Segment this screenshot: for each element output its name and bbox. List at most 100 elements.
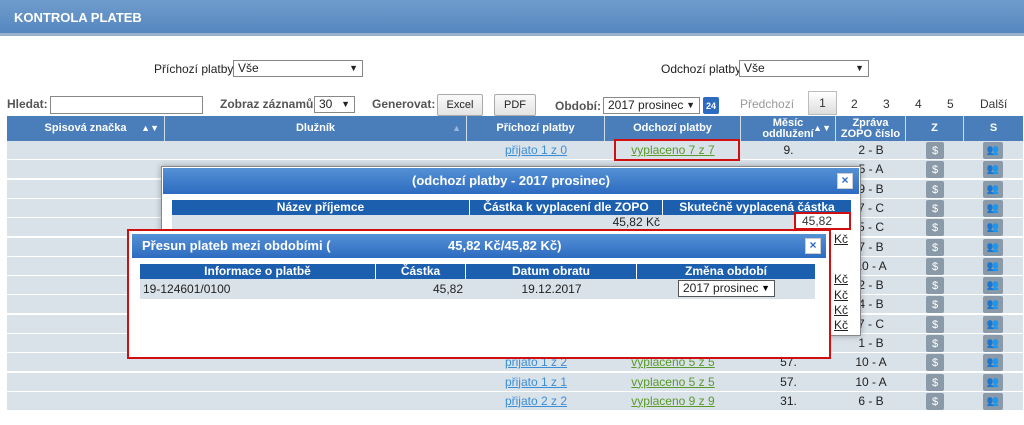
transfer-col-info: Informace o platbě: [140, 264, 376, 279]
users-icon[interactable]: 👥: [983, 161, 1003, 179]
dollar-icon[interactable]: $: [926, 277, 944, 295]
users-icon[interactable]: 👥: [983, 373, 1003, 391]
transfer-col-amount: Částka: [376, 264, 466, 279]
users-icon[interactable]: 👥: [983, 354, 1003, 372]
col-header-mesic[interactable]: Měsíc oddlužení ▲▼: [741, 116, 836, 141]
search-input[interactable]: [50, 96, 203, 114]
report-number: 10 - A: [855, 355, 887, 370]
pagination-page-3[interactable]: 3: [883, 97, 890, 111]
col-header-s[interactable]: S: [964, 116, 1023, 141]
outgoing-col-name: Název příjemce: [172, 200, 470, 215]
table-row: přijato 1 z 1 vyplaceno 5 z 5 57. 10 - A $ 👥: [7, 372, 1023, 392]
users-icon[interactable]: 👥: [983, 219, 1003, 237]
dollar-icon[interactable]: $: [926, 199, 944, 217]
generate-label: Generovat:: [372, 97, 436, 111]
table-row: přijato 1 z 0 vyplaceno 7 z 7 9. 2 - B $ 👥: [7, 141, 1023, 160]
partial-kc-link[interactable]: Kč: [834, 303, 848, 317]
col-header-spisova[interactable]: Spisová značka ▲▼: [7, 116, 165, 141]
chevron-down-icon: ▼: [761, 283, 770, 293]
pdf-button[interactable]: PDF: [494, 94, 536, 116]
users-icon[interactable]: 👥: [983, 392, 1003, 410]
transfer-date: 19.12.2017: [521, 282, 582, 296]
close-icon[interactable]: ×: [837, 173, 853, 189]
partial-kc-link[interactable]: Kč: [834, 318, 848, 332]
table-header: Spisová značka ▲▼ Dlužník ▲ Příchozí platb…: [7, 116, 1023, 141]
highlight-paid-amount[interactable]: 45,82 Kč: [794, 212, 851, 245]
report-number: 6 - B: [858, 393, 884, 408]
outgoing-filter-select[interactable]: Vše ▼: [739, 60, 869, 77]
dollar-icon[interactable]: $: [926, 296, 944, 314]
transfer-info: 19-124601/0100: [143, 282, 231, 296]
partial-kc-link[interactable]: Kč: [834, 232, 848, 246]
dollar-icon[interactable]: $: [926, 392, 944, 410]
page-title: KONTROLA PLATEB: [14, 10, 142, 25]
users-icon[interactable]: 👥: [983, 142, 1003, 159]
col-header-z[interactable]: Z: [906, 116, 964, 141]
pagination-page-2[interactable]: 2: [851, 97, 858, 111]
users-icon[interactable]: 👥: [983, 180, 1003, 198]
show-records-label: Zobraz záznamů:: [220, 97, 318, 111]
outgoing-dialog-title: (odchozí platby - 2017 prosinec) ×: [163, 168, 859, 194]
transfer-period-select[interactable]: 2017 prosinec ▼: [678, 280, 775, 297]
outgoing-filter-label: Odchozí platby:: [661, 62, 745, 76]
incoming-payments-link[interactable]: přijato 2 z 2: [467, 392, 605, 411]
users-icon[interactable]: 👥: [983, 315, 1003, 333]
pagination-page-4[interactable]: 4: [915, 97, 922, 111]
dollar-icon[interactable]: $: [926, 142, 944, 159]
users-icon[interactable]: 👥: [983, 277, 1003, 295]
period-select[interactable]: 2017 prosinec ▼: [603, 97, 700, 114]
month-value: 31.: [780, 393, 797, 408]
month-value: 9.: [783, 143, 794, 157]
dollar-icon[interactable]: $: [926, 335, 944, 352]
outgoing-col-zopo: Částka k vyplacení dle ZOPO: [470, 200, 663, 215]
close-icon[interactable]: ×: [805, 238, 821, 254]
users-icon[interactable]: 👥: [983, 257, 1003, 275]
dollar-icon[interactable]: $: [926, 219, 944, 237]
chevron-down-icon: ▼: [855, 63, 864, 73]
pagination-page-1[interactable]: 1: [808, 91, 837, 115]
users-icon[interactable]: 👥: [983, 335, 1003, 352]
sort-icon: ▲: [452, 123, 461, 133]
show-records-select[interactable]: 30 ▼: [314, 96, 355, 113]
highlight-outgoing: [614, 139, 740, 161]
dollar-icon[interactable]: $: [926, 257, 944, 275]
pagination-page-5[interactable]: 5: [947, 97, 954, 111]
top-bar: KONTROLA PLATEB: [0, 0, 1024, 36]
col-header-prichozi[interactable]: Příchozí platby: [467, 116, 605, 141]
partial-kc-link[interactable]: Kč: [834, 272, 848, 286]
search-label: Hledat:: [7, 97, 48, 111]
users-icon[interactable]: 👥: [983, 296, 1003, 314]
sort-icon: ▲▼: [813, 123, 831, 133]
period-label: Období:: [555, 99, 601, 113]
col-header-zprava[interactable]: Zpráva ZOPO číslo: [836, 116, 906, 141]
excel-button[interactable]: Excel: [437, 94, 483, 116]
chevron-down-icon: ▼: [349, 63, 358, 73]
dollar-icon[interactable]: $: [926, 354, 944, 372]
partial-kc-link[interactable]: Kč: [834, 288, 848, 302]
dollar-icon[interactable]: $: [926, 161, 944, 179]
dollar-icon[interactable]: $: [926, 238, 944, 256]
transfer-col-date: Datum obratu: [466, 264, 637, 279]
outgoing-payments-link[interactable]: vyplaceno 5 z 5: [605, 373, 741, 392]
transfer-dialog-title: Přesun plateb mezi obdobími ( 45,82 Kč/4…: [132, 234, 826, 258]
dollar-icon[interactable]: $: [926, 180, 944, 198]
report-number: 2 - B: [858, 143, 884, 157]
dollar-icon[interactable]: $: [926, 315, 944, 333]
pagination-next[interactable]: Další: [980, 97, 1007, 111]
transfer-amount: 45,82: [432, 282, 463, 296]
pagination-prev[interactable]: Předchozí: [740, 97, 794, 111]
report-number: 10 - A: [855, 374, 887, 389]
incoming-payments-link[interactable]: přijato 1 z 1: [467, 373, 605, 392]
col-header-dluznik[interactable]: Dlužník ▲: [165, 116, 467, 141]
dollar-icon[interactable]: $: [926, 373, 944, 391]
calendar-icon[interactable]: 24: [703, 97, 719, 114]
incoming-payments-link[interactable]: přijato 1 z 0: [467, 141, 605, 160]
transfer-col-period: Změna období: [637, 264, 815, 279]
chevron-down-icon: ▼: [341, 99, 350, 109]
month-value: 57.: [780, 374, 797, 389]
col-header-odchozi[interactable]: Odchozí platby: [605, 116, 741, 141]
incoming-filter-select[interactable]: Vše ▼: [233, 60, 363, 77]
users-icon[interactable]: 👥: [983, 238, 1003, 256]
outgoing-payments-link[interactable]: vyplaceno 9 z 9: [605, 392, 741, 411]
users-icon[interactable]: 👥: [983, 199, 1003, 217]
